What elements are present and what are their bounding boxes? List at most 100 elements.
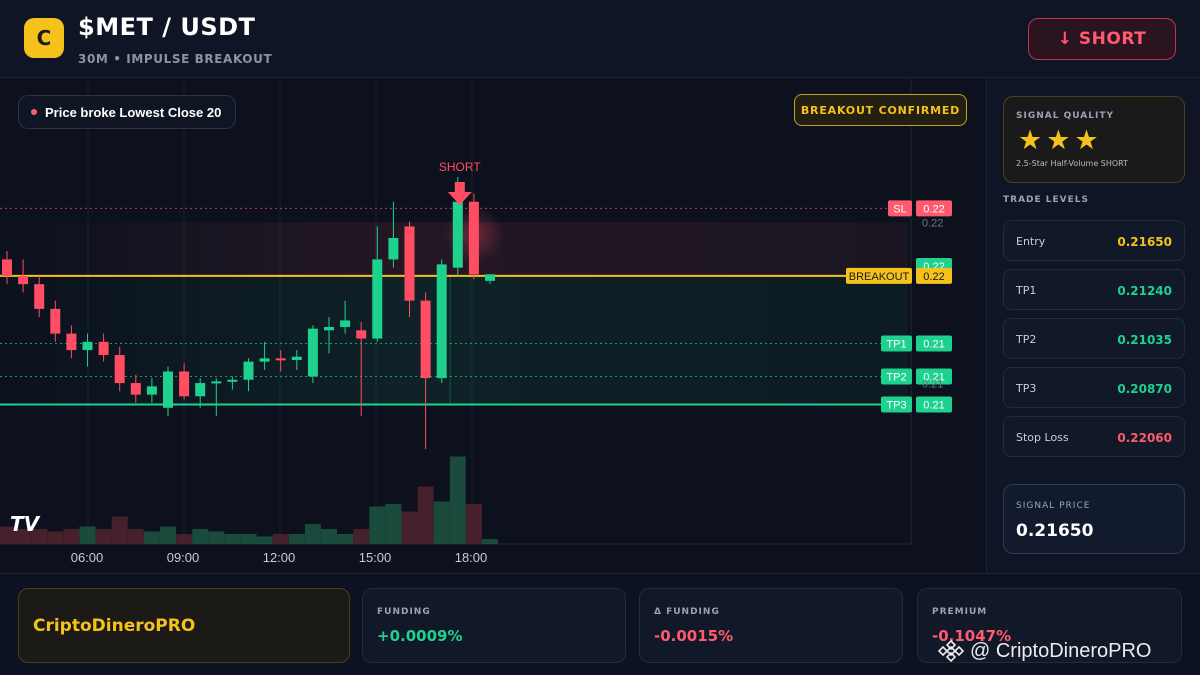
candle-body: [404, 226, 415, 301]
candle-body: [307, 328, 318, 377]
volume-bar: [95, 529, 112, 544]
volume-bar: [369, 506, 386, 544]
header: C $MET / USDT 30M • IMPULSE BREAKOUT ↓ S…: [0, 0, 1200, 78]
level-name: TP1: [1016, 284, 1037, 297]
level-name: Entry: [1016, 235, 1046, 248]
candle-body: [2, 259, 12, 276]
funding-label: FUNDING: [377, 607, 431, 617]
short-arrow-icon: [447, 181, 472, 205]
level-stop-loss: Stop Loss 0.22060: [1003, 416, 1185, 457]
candle-body: [340, 320, 351, 328]
candle-body: [179, 371, 190, 397]
signal-quality-label: SIGNAL QUALITY: [1016, 111, 1114, 121]
brand-name: CriptoDineroPRO: [33, 616, 196, 636]
breakout-note: Price broke Lowest Close 20: [18, 95, 237, 129]
volume-bar: [385, 504, 402, 544]
x-axis-tick-label: 09:00: [167, 550, 200, 565]
signal-quality-desc: 2.5-Star Half-Volume SHORT: [1016, 159, 1129, 168]
candle-body: [163, 371, 173, 408]
level-name-text: TP3: [886, 399, 906, 411]
footer: CriptoDineroPRO FUNDING +0.0009% Δ FUNDI…: [0, 573, 1200, 675]
candle-body: [146, 386, 157, 395]
axis-price-label: 0.21: [922, 378, 943, 390]
signal-price-card: SIGNAL PRICE 0.21650: [1003, 484, 1185, 554]
candle-body: [130, 383, 141, 395]
level-name-text: SL: [893, 203, 906, 215]
candle-body: [485, 274, 495, 281]
level-name: Stop Loss: [1016, 431, 1069, 444]
candle-body: [195, 383, 206, 397]
level-price-text: 0.21: [923, 338, 944, 350]
level-price-text: 0.21: [923, 399, 944, 411]
tradingview-logo-icon: TV: [10, 512, 41, 536]
candle-body: [66, 333, 77, 351]
volume-bar: [433, 501, 450, 544]
level-tp1: TP1 0.21240: [1003, 269, 1185, 310]
alert-dot-icon: [31, 109, 37, 115]
candle-body: [291, 356, 302, 360]
candle-body: [372, 259, 383, 339]
premium-label: PREMIUM: [932, 607, 988, 617]
short-button[interactable]: ↓ SHORT: [1028, 18, 1176, 60]
signal-price-label: SIGNAL PRICE: [1016, 501, 1091, 511]
short-signal-label: SHORT: [439, 160, 481, 174]
candle-body: [436, 264, 447, 379]
volume-bar: [176, 534, 193, 544]
trade-levels-title: TRADE LEVELS: [1003, 195, 1089, 205]
level-name: TP3: [1016, 382, 1037, 395]
candle-body: [82, 341, 93, 351]
delta-funding-value: -0.0015%: [654, 627, 734, 645]
delta-funding-label: Δ FUNDING: [654, 607, 720, 617]
volume-bar: [143, 531, 160, 544]
breakout-confirmed-badge: BREAKOUT CONFIRMED: [794, 94, 967, 126]
candle-body: [259, 358, 270, 362]
funding-card: FUNDING +0.0009%: [362, 588, 626, 663]
candle-body: [211, 381, 222, 384]
watermark-text: @ CriptoDineroPRO: [970, 639, 1152, 662]
pair-title: $MET / USDT: [78, 13, 256, 41]
level-value: 0.20870: [1117, 382, 1172, 396]
brand-card: CriptoDineroPRO: [18, 588, 350, 663]
volume-bar: [417, 486, 434, 544]
breakout-note-text: Price broke Lowest Close 20: [45, 104, 222, 120]
signal-price-value: 0.21650: [1016, 521, 1094, 541]
level-tp3: TP3 0.20870: [1003, 367, 1185, 408]
level-tp2: TP2 0.21035: [1003, 318, 1185, 359]
price-chart[interactable]: 0.22 SL 0.22 0.22 BREAKOUT 0.21 TP1 0.21 TP2 0.21…: [0, 79, 985, 573]
volume-bar: [321, 529, 337, 544]
level-value: 0.21035: [1117, 333, 1172, 347]
candle-body: [356, 330, 367, 339]
candle-body: [18, 275, 29, 285]
candle-body: [114, 355, 125, 384]
binance-icon: [938, 639, 964, 663]
candle-body: [98, 341, 109, 356]
candle-body: [452, 201, 463, 268]
delta-funding-card: Δ FUNDING -0.0015%: [639, 588, 903, 663]
volume-bar: [63, 529, 80, 544]
level-name-text: TP1: [886, 338, 906, 350]
volume-bar: [288, 534, 305, 544]
candle-body: [50, 308, 61, 334]
coin-logo: C: [24, 18, 64, 58]
volume-bar: [160, 526, 176, 544]
signal-panel: SIGNAL QUALITY ★★★ 2.5-Star Half-Volume …: [986, 79, 1200, 573]
level-price-text: 0.22: [923, 271, 944, 283]
volume-bar: [353, 529, 370, 544]
candle-body: [420, 300, 431, 379]
x-axis-tick-label: 06:00: [71, 550, 104, 565]
volume-bar: [256, 536, 273, 544]
watermark: @ CriptoDineroPRO: [938, 638, 1151, 664]
level-name-text: BREAKOUT: [849, 271, 910, 283]
volume-bar: [208, 531, 225, 544]
volume-bar: [79, 526, 96, 544]
candle-body: [243, 361, 254, 380]
level-price-text: 0.22: [923, 203, 944, 215]
funding-value: +0.0009%: [377, 627, 463, 645]
candlestick-chart: 0.22 SL 0.22 0.22 BREAKOUT 0.21 TP1 0.21 TP2 0.21…: [0, 79, 952, 565]
candle-body: [468, 201, 479, 275]
volume-bar: [449, 456, 466, 544]
volume-bar: [401, 511, 418, 544]
level-value: 0.21650: [1117, 235, 1172, 249]
volume-bar: [127, 529, 144, 544]
star-rating-icon: ★★★: [1018, 125, 1103, 156]
